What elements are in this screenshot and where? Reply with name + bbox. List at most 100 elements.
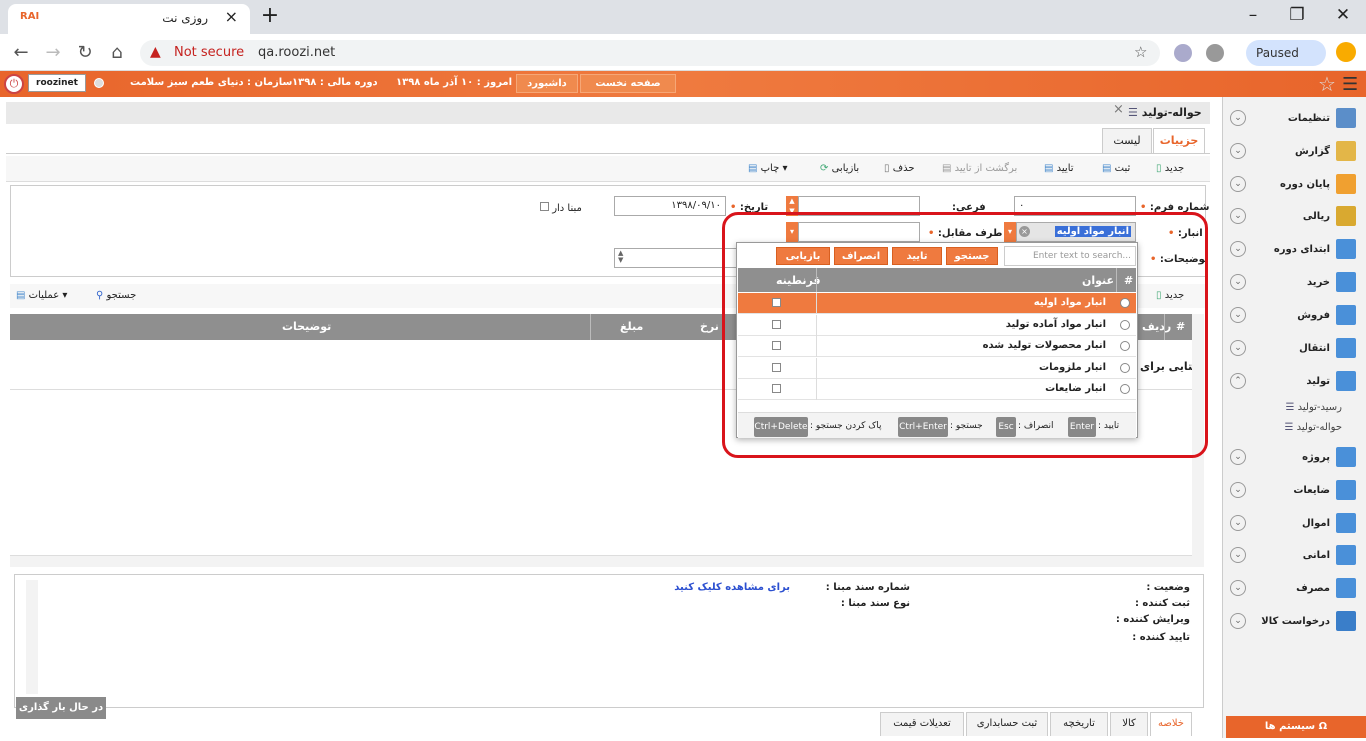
sidebar-item-1[interactable]: گزارش ⌄ [1230, 136, 1356, 166]
chevron-down-icon[interactable]: ⌄ [1230, 340, 1246, 356]
reload-icon[interactable]: ↻ [72, 40, 98, 66]
favorite-star-icon[interactable]: ☆ [1318, 72, 1336, 96]
chevron-down-icon[interactable]: ⌄ [1230, 449, 1246, 465]
hamburger-icon[interactable]: ☰ [1342, 74, 1358, 95]
new-tab-button[interactable]: + [257, 5, 283, 29]
sidebar-item-11[interactable]: اموال ⌄ [1230, 508, 1356, 538]
org-text: سازمان : دنیای طعم سبز سلامت [130, 77, 293, 88]
status-scroll[interactable] [26, 580, 38, 694]
sidebar-item-0[interactable]: تنظیمات ⌄ [1230, 103, 1356, 133]
menu-icon[interactable] [1336, 42, 1356, 62]
tab-history[interactable]: تاریخچه [1050, 712, 1108, 736]
sidebar-item-label: انتقال [1299, 342, 1330, 354]
base-doc-type-label: نوع سند مبنا : [840, 598, 910, 609]
save-button[interactable]: ثبت ▤ [1102, 160, 1130, 178]
site-logo: RAI [20, 11, 40, 22]
chevron-down-icon[interactable]: ⌄ [1230, 515, 1246, 531]
sidebar-item-label: خرید [1307, 276, 1330, 288]
chevron-down-icon[interactable]: ⌄ [1230, 580, 1246, 596]
restore-button[interactable]: بازیابی ⟳ [820, 160, 859, 178]
sidebar-item-13[interactable]: مصرف ⌄ [1230, 573, 1356, 603]
chevron-down-icon[interactable]: ⌄ [1230, 110, 1246, 126]
tab-price-adjust[interactable]: تعدیلات قیمت [880, 712, 964, 736]
module-icon [1336, 371, 1356, 391]
settings-dot-icon[interactable] [94, 78, 104, 88]
unconfirm-button[interactable]: برگشت از تایید ▤ [942, 160, 1017, 178]
tab-accounting[interactable]: ثبت حسابداری [966, 712, 1048, 736]
not-secure-label: Not secure [174, 45, 245, 60]
tab-summary[interactable]: خلاصه [1150, 712, 1192, 736]
confirm-button[interactable]: تایید ▤ [1044, 160, 1074, 178]
minimize-icon[interactable]: – [1238, 4, 1268, 26]
restore-icon[interactable]: ❐ [1282, 4, 1312, 26]
chevron-down-icon[interactable]: ⌄ [1230, 613, 1246, 629]
paused-profile-button[interactable]: Paused [1246, 40, 1326, 66]
tab-goods[interactable]: کالا [1110, 712, 1148, 736]
view-base-doc-link[interactable]: برای مشاهده کلیک کنید [674, 582, 790, 593]
systems-button[interactable]: سیستم ها Ω [1226, 716, 1366, 738]
sidebar-item-9[interactable]: پروژه ⌄ [1230, 442, 1356, 472]
has-base-checkbox[interactable]: مبنا دار [540, 202, 582, 214]
home-icon[interactable]: ⌂ [104, 40, 130, 66]
sidebar-item-5[interactable]: خرید ⌄ [1230, 267, 1356, 297]
module-icon [1336, 480, 1356, 500]
tab-list[interactable]: لیست [1102, 128, 1152, 154]
chevron-down-icon[interactable]: ⌄ [1230, 274, 1246, 290]
new-button[interactable]: جدید ▯ [1156, 160, 1184, 178]
print-button[interactable]: ▾ چاپ ▤ [748, 160, 788, 178]
list-icon: ☰ [1285, 402, 1295, 413]
delete-button[interactable]: حذف ▯ [884, 160, 915, 178]
star-icon[interactable]: ☆ [1134, 43, 1147, 61]
chevron-down-icon[interactable]: ⌄ [1230, 241, 1246, 257]
chevron-down-icon[interactable]: ⌄ [1230, 176, 1246, 192]
new-doc-icon: ▯ [1156, 163, 1162, 174]
module-icon [1336, 272, 1356, 292]
detail-search-button[interactable]: جستجو ⚲ [96, 287, 136, 305]
tab-close-icon[interactable]: × [225, 7, 238, 26]
extension-icon-2[interactable] [1206, 44, 1224, 62]
sidebar-item-12[interactable]: امانی ⌄ [1230, 540, 1356, 570]
grid-scrollbar[interactable] [10, 555, 1192, 567]
operations-button[interactable]: ▾ عملیات ▤ [16, 287, 67, 305]
chevron-up-icon[interactable]: ⌃ [1230, 373, 1246, 389]
close-window-icon[interactable]: ✕ [1328, 4, 1358, 26]
module-icon [1336, 513, 1356, 533]
home-page-button[interactable]: صفحه نخست [580, 74, 676, 93]
chevron-down-icon[interactable]: ⌄ [1230, 547, 1246, 563]
tabs-line [6, 153, 1210, 154]
confirm-icon: ▤ [1044, 163, 1054, 174]
extension-icon[interactable] [1174, 44, 1192, 62]
sidebar-item-4[interactable]: ابتدای دوره ⌄ [1230, 234, 1356, 264]
power-icon[interactable]: ⏻ [4, 74, 24, 94]
today-text: امروز : ۱۰ آذر ماه ۱۳۹۸ [396, 77, 513, 88]
sidebar-item-14[interactable]: درخواست کالا ⌄ [1230, 606, 1356, 636]
chevron-down-icon[interactable]: ⌄ [1230, 208, 1246, 224]
search-icon: ⚲ [96, 290, 104, 301]
sidebar-item-label: ضایعات [1293, 484, 1330, 496]
chevron-down-icon: ▾ [62, 290, 68, 301]
chevron-down-icon[interactable]: ⌄ [1230, 143, 1246, 159]
date-input[interactable]: ۱۳۹۸/۰۹/۱۰ [614, 196, 726, 216]
list-icon: ☰ [1128, 106, 1138, 119]
description-scroll[interactable]: ▲ ▼ [618, 250, 623, 264]
sidebar-item-2[interactable]: پایان دوره ⌄ [1230, 169, 1356, 199]
sidebar-subitem-issue[interactable]: حواله-تولید ☰ [1284, 422, 1342, 433]
chevron-down-icon[interactable]: ⌄ [1230, 482, 1246, 498]
dashboard-button[interactable]: داشبورد [516, 74, 578, 93]
unconfirm-icon: ▤ [942, 163, 952, 174]
tab-details[interactable]: جزییات [1153, 128, 1205, 154]
module-icon [1336, 611, 1356, 631]
sidebar-item-8[interactable]: تولید ⌃ [1230, 366, 1356, 396]
sidebar-subitem-receipt[interactable]: رسید-تولید ☰ [1285, 402, 1342, 413]
sidebar-item-6[interactable]: فروش ⌄ [1230, 300, 1356, 330]
sidebar-item-10[interactable]: ضایعات ⌄ [1230, 475, 1356, 505]
sidebar-item-7[interactable]: انتقال ⌄ [1230, 333, 1356, 363]
grid-col-rate: نرخ [700, 320, 719, 333]
back-icon[interactable]: ← [8, 40, 34, 66]
chevron-down-icon[interactable]: ⌄ [1230, 307, 1246, 323]
forward-icon[interactable]: → [40, 40, 66, 66]
close-page-icon[interactable]: × [1113, 102, 1124, 117]
browser-tab[interactable]: RAI روزی نت × [8, 4, 250, 34]
omnibox[interactable]: ▲ Not secure qa.roozi.net ☆ [140, 40, 1160, 66]
sidebar-item-3[interactable]: ریالی ⌄ [1230, 201, 1356, 231]
